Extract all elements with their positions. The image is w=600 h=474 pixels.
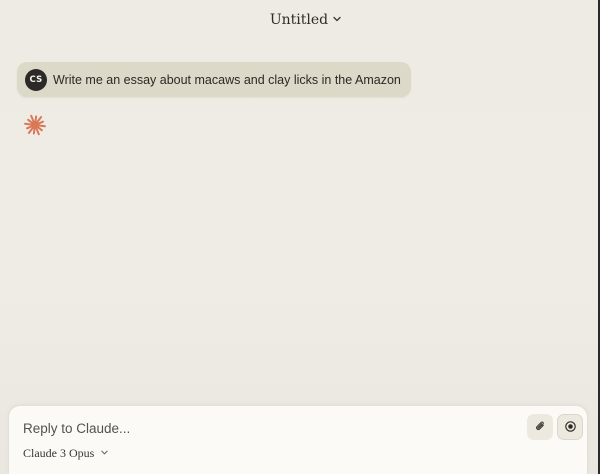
reply-input[interactable] [23, 418, 503, 438]
avatar[interactable]: CS [25, 68, 47, 91]
chat-title: Untitled [269, 12, 329, 28]
chat-window: Untitled CS Write me an essay about maca… [0, 0, 600, 474]
chevron-down-icon [98, 446, 109, 461]
user-message-text: Write me an essay about macaws and clay … [53, 72, 401, 87]
header: Untitled [0, 0, 600, 40]
claude-sparkle-icon [24, 114, 46, 136]
user-message: CS Write me an essay about macaws and cl… [17, 62, 411, 97]
chat-title-dropdown[interactable]: Untitled [270, 12, 342, 28]
model-selector[interactable]: Claude 3 Opus [23, 446, 109, 461]
voice-button[interactable] [557, 414, 583, 440]
chevron-down-icon [332, 12, 342, 28]
record-icon [564, 418, 577, 437]
paperclip-icon [534, 418, 547, 437]
attach-button[interactable] [527, 414, 553, 440]
model-label: Claude 3 Opus [23, 446, 95, 460]
composer: Claude 3 Opus [8, 405, 588, 474]
